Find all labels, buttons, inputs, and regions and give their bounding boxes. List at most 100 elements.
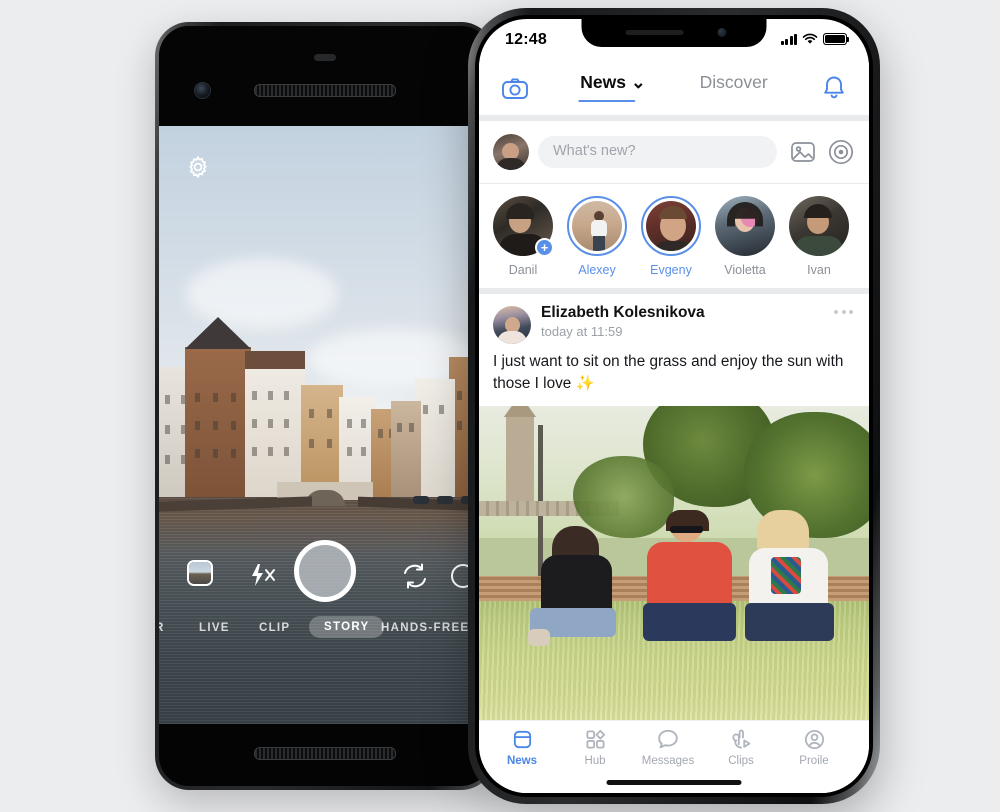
story-name: Ivan: [807, 263, 831, 277]
tab-bar-item-news[interactable]: News: [487, 727, 557, 767]
chevron-down-icon[interactable]: ⌄: [631, 72, 646, 93]
more-options-icon[interactable]: [834, 310, 853, 314]
battery-full-icon: [823, 33, 850, 45]
feed-post: Elizabeth Kolesnikova today at 11:59 I j…: [479, 294, 869, 721]
right-phone-device: 12:48 News ⌄ Discover What's new? + Dani…: [468, 8, 880, 804]
tab-label: News: [506, 755, 538, 767]
story-avatar: [645, 200, 697, 252]
camera-mode-story[interactable]: STORY: [309, 616, 385, 638]
nav-tabs: News ⌄ Discover: [578, 72, 768, 102]
right-phone-bezel: 12:48 News ⌄ Discover What's new? + Dani…: [475, 15, 873, 797]
news-icon: [487, 727, 557, 751]
hub-grid-icon: [560, 727, 630, 751]
search-input[interactable]: What's new?: [538, 136, 777, 168]
story-item-danil[interactable]: + Danil: [493, 196, 554, 277]
clips-play-icon: [706, 727, 776, 751]
earpiece-speaker-icon: [625, 30, 684, 35]
gallery-thumbnail[interactable]: [187, 560, 213, 586]
flip-camera-icon[interactable]: [401, 562, 429, 590]
story-ring: +: [493, 196, 554, 257]
bottom-speaker-grille-icon: [254, 747, 396, 760]
photo-tower: [506, 415, 534, 510]
story-ring: [641, 196, 701, 256]
building: [415, 378, 455, 497]
story-item-evgeny[interactable]: Evgeny: [641, 196, 701, 277]
car: [437, 495, 453, 504]
wifi-icon: [802, 33, 818, 44]
post-photo[interactable]: [479, 406, 869, 721]
post-header: Elizabeth Kolesnikova today at 11:59: [479, 302, 869, 354]
bottom-tab-bar: News Hub Messages Clips Proile: [479, 720, 869, 793]
tab-bar-item-messages[interactable]: Messages: [633, 727, 703, 767]
composer-placeholder: What's new?: [553, 143, 636, 159]
left-phone-screen: R LIVE CLIP STORY HANDS-FREE: [159, 26, 491, 786]
notch: [581, 19, 767, 47]
status-indicators: [780, 33, 850, 45]
camera-mode-switcher[interactable]: R LIVE CLIP STORY HANDS-FREE: [159, 616, 491, 644]
tab-label: Hub: [584, 755, 606, 767]
story-name: Violetta: [724, 263, 766, 277]
post-composer: What's new?: [479, 121, 869, 183]
building: [245, 350, 305, 497]
tab-bar-item-hub[interactable]: Hub: [560, 727, 630, 767]
screenshot-stage: R LIVE CLIP STORY HANDS-FREE 12:48 News …: [0, 0, 1000, 812]
left-phone-earpiece-dot: [314, 54, 336, 61]
tab-label: Clips: [728, 755, 754, 767]
image-icon[interactable]: [790, 139, 816, 165]
tab-discover[interactable]: Discover: [700, 72, 768, 102]
home-indicator[interactable]: [606, 780, 742, 785]
story-name: Danil: [508, 263, 538, 277]
profile-person-icon: [779, 727, 849, 751]
cellular-bars-icon: [780, 33, 797, 45]
status-time: 12:48: [505, 31, 547, 48]
story-avatar: [789, 196, 849, 256]
story-item-violetta[interactable]: Violetta: [715, 196, 775, 277]
app-nav-bar: News ⌄ Discover: [479, 63, 869, 115]
stories-row[interactable]: + Danil Alexey Evgeny Violetta Ivan: [479, 184, 869, 288]
flash-off-icon[interactable]: [247, 562, 277, 588]
tab-news-label: News: [580, 72, 626, 92]
tab-label: Messages: [641, 755, 695, 767]
speaker-grille-icon: [254, 84, 396, 97]
story-ring: [715, 196, 775, 256]
story-ring: [567, 196, 627, 256]
camera-viewfinder[interactable]: R LIVE CLIP STORY HANDS-FREE: [159, 126, 491, 724]
tab-bar-item-clips[interactable]: Clips: [706, 727, 776, 767]
post-author[interactable]: Elizabeth Kolesnikova: [541, 304, 705, 322]
story-item-alexey[interactable]: Alexey: [567, 196, 627, 277]
building: [391, 400, 421, 497]
front-camera-icon: [717, 28, 727, 37]
building: [185, 316, 251, 497]
story-ring: [789, 196, 849, 256]
photo-person-right: [736, 510, 837, 658]
tab-bar-item-profile[interactable]: Proile: [779, 727, 849, 767]
camera-mode-r[interactable]: R: [159, 622, 165, 634]
camera-mode-hands-free[interactable]: HANDS-FREE: [381, 622, 469, 634]
left-phone-device: R LIVE CLIP STORY HANDS-FREE: [155, 22, 495, 790]
building: [301, 384, 343, 497]
right-phone-screen: 12:48 News ⌄ Discover What's new? + Dani…: [479, 19, 869, 793]
shutter-button[interactable]: [294, 540, 356, 602]
post-text: I just want to sit on the grass and enjo…: [493, 353, 844, 392]
story-item-ivan[interactable]: Ivan: [789, 196, 849, 277]
camera-controls: R LIVE CLIP STORY HANDS-FREE: [159, 538, 491, 654]
tab-label: Proile: [799, 755, 829, 767]
bell-icon[interactable]: [821, 74, 847, 102]
camera-mode-live[interactable]: LIVE: [199, 622, 230, 634]
story-avatar: [715, 196, 775, 256]
avatar[interactable]: [493, 134, 529, 170]
camera-icon[interactable]: [501, 75, 529, 103]
live-camera-icon[interactable]: [827, 138, 855, 166]
tab-news[interactable]: News ⌄: [578, 72, 646, 102]
car: [413, 495, 429, 504]
gear-icon[interactable]: [185, 154, 211, 180]
add-story-icon[interactable]: +: [535, 238, 554, 257]
avatar[interactable]: [493, 306, 531, 344]
camera-mode-clip[interactable]: CLIP: [259, 622, 290, 634]
photo-person-center: [639, 510, 740, 658]
story-name: Evgeny: [650, 263, 692, 277]
front-camera-icon: [195, 83, 210, 98]
message-bubble-icon: [633, 727, 703, 751]
left-phone-bezel-top: [159, 26, 491, 126]
photo-person-left: [527, 525, 624, 658]
